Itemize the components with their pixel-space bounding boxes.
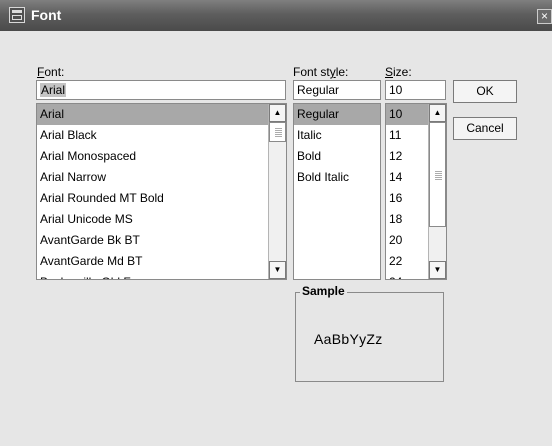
font-size-list[interactable]: 101112141618202224 ▲ ▼ bbox=[385, 103, 447, 280]
font-list-item[interactable]: Arial Rounded MT Bold bbox=[37, 188, 286, 209]
arrow-up-icon[interactable]: ▲ bbox=[429, 104, 446, 122]
size-list-scrollbar[interactable]: ▲ ▼ bbox=[428, 104, 446, 279]
font-list-item[interactable]: AvantGarde Md BT bbox=[37, 251, 286, 272]
sample-panel: Sample AaBbYyZz bbox=[295, 284, 444, 382]
font-list-scrollbar[interactable]: ▲ ▼ bbox=[268, 104, 286, 279]
window-title: Font bbox=[31, 7, 62, 23]
font-style-label: Font style: bbox=[293, 65, 349, 79]
font-name-field[interactable]: Arial bbox=[36, 80, 286, 100]
font-list-item[interactable]: Arial Black bbox=[37, 125, 286, 146]
style-list-item[interactable]: Italic bbox=[294, 125, 380, 146]
close-button[interactable]: × bbox=[537, 9, 552, 24]
title-bar[interactable]: Font × bbox=[0, 0, 552, 31]
cancel-button[interactable]: Cancel bbox=[453, 117, 517, 140]
ok-button[interactable]: OK bbox=[453, 80, 517, 103]
font-list-item[interactable]: AvantGarde Bk BT bbox=[37, 230, 286, 251]
scrollbar-thumb[interactable] bbox=[269, 122, 286, 142]
sample-text: AaBbYyZz bbox=[314, 331, 383, 347]
font-list-item[interactable]: Arial Narrow bbox=[37, 167, 286, 188]
arrow-up-icon[interactable]: ▲ bbox=[269, 104, 286, 122]
font-list-item[interactable]: Arial Monospaced bbox=[37, 146, 286, 167]
font-dialog-icon bbox=[9, 7, 25, 23]
font-size-field[interactable]: 10 bbox=[385, 80, 446, 100]
style-list-item[interactable]: Bold bbox=[294, 146, 380, 167]
font-list[interactable]: Arial Arial Black Arial Monospaced Arial Na… bbox=[36, 103, 287, 280]
font-name-value: Arial bbox=[40, 83, 67, 97]
font-style-field[interactable]: Regular bbox=[293, 80, 381, 100]
style-list-item[interactable]: Regular bbox=[294, 104, 380, 125]
font-list-items: Arial Arial Black Arial Monospaced Arial Na… bbox=[37, 104, 286, 279]
font-list-item[interactable]: Baskerville Old Face bbox=[37, 272, 286, 279]
arrow-down-icon[interactable]: ▼ bbox=[429, 261, 446, 279]
font-list-item[interactable]: Arial bbox=[37, 104, 286, 125]
style-list-item[interactable]: Bold Italic bbox=[294, 167, 380, 188]
font-label: Font: bbox=[37, 65, 65, 79]
style-list-items: Regular Italic Bold Bold Italic bbox=[294, 104, 380, 188]
font-list-item[interactable]: Arial Unicode MS bbox=[37, 209, 286, 230]
font-style-list[interactable]: Regular Italic Bold Bold Italic bbox=[293, 103, 381, 280]
scrollbar-thumb[interactable] bbox=[429, 122, 446, 227]
arrow-down-icon[interactable]: ▼ bbox=[269, 261, 286, 279]
font-dialog: Font × Font: Font style: Size: Arial Reg… bbox=[0, 0, 552, 446]
sample-title: Sample bbox=[300, 284, 347, 298]
size-label: Size: bbox=[385, 65, 412, 79]
